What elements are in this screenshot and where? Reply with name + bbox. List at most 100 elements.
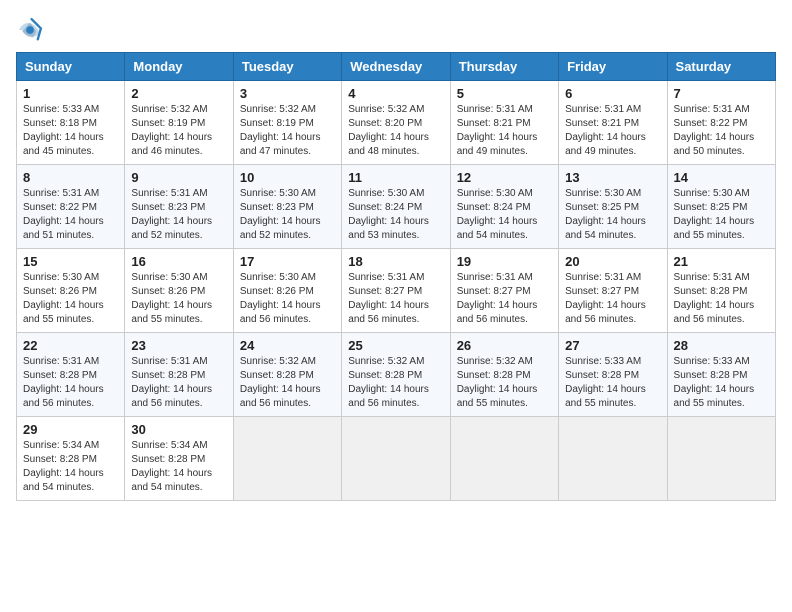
calendar-cell: 8Sunrise: 5:31 AM Sunset: 8:22 PM Daylig… xyxy=(17,165,125,249)
calendar-cell: 14 Sunrise: 5:30 AM Sunset: 8:25 PM Dayli… xyxy=(667,165,775,249)
day-number: 10 xyxy=(240,170,335,185)
calendar-week-2: 8Sunrise: 5:31 AM Sunset: 8:22 PM Daylig… xyxy=(17,165,776,249)
day-info: Sunrise: 5:34 AM Sunset: 8:28 PM Dayligh… xyxy=(131,439,226,495)
day-number: 13 xyxy=(565,170,660,185)
day-number: 2 xyxy=(131,86,226,101)
calendar-cell xyxy=(667,417,775,501)
day-info: Sunrise: 5:32 AM Sunset: 8:28 PM Dayligh… xyxy=(457,355,552,411)
day-info: Sunrise: 5:32 AM Sunset: 8:20 PM Dayligh… xyxy=(348,103,443,159)
day-info: Sunrise: 5:30 AM Sunset: 8:26 PM Dayligh… xyxy=(23,271,118,327)
day-info: Sunrise: 5:32 AM Sunset: 8:19 PM Dayligh… xyxy=(131,103,226,159)
day-info: Sunrise: 5:32 AM Sunset: 8:28 PM Dayligh… xyxy=(348,355,443,411)
day-number: 11 xyxy=(348,170,443,185)
calendar-cell: 27Sunrise: 5:33 AM Sunset: 8:28 PM Dayli… xyxy=(559,333,667,417)
day-number: 12 xyxy=(457,170,552,185)
header-area xyxy=(16,16,776,44)
day-info: Sunrise: 5:31 AM Sunset: 8:22 PM Dayligh… xyxy=(674,103,769,159)
column-header-wednesday: Wednesday xyxy=(342,53,450,81)
day-number: 15 xyxy=(23,254,118,269)
calendar-cell: 19 Sunrise: 5:31 AM Sunset: 8:27 PM Dayli… xyxy=(450,249,558,333)
day-info: Sunrise: 5:31 AM Sunset: 8:28 PM Dayligh… xyxy=(23,355,118,411)
day-number: 30 xyxy=(131,422,226,437)
calendar-cell: 28 Sunrise: 5:33 AM Sunset: 8:28 PM Dayli… xyxy=(667,333,775,417)
day-number: 1 xyxy=(23,86,118,101)
day-number: 21 xyxy=(674,254,769,269)
day-info: Sunrise: 5:34 AM Sunset: 8:28 PM Dayligh… xyxy=(23,439,118,495)
calendar-cell: 12 Sunrise: 5:30 AM Sunset: 8:24 PM Dayli… xyxy=(450,165,558,249)
calendar-cell: 7 Sunrise: 5:31 AM Sunset: 8:22 PM Daylig… xyxy=(667,81,775,165)
calendar-cell: 6 Sunrise: 5:31 AM Sunset: 8:21 PM Daylig… xyxy=(559,81,667,165)
calendar-cell: 20 Sunrise: 5:31 AM Sunset: 8:27 PM Dayli… xyxy=(559,249,667,333)
day-info: Sunrise: 5:31 AM Sunset: 8:21 PM Dayligh… xyxy=(457,103,552,159)
calendar-cell xyxy=(559,417,667,501)
calendar-cell: 1 Sunrise: 5:33 AM Sunset: 8:18 PM Daylig… xyxy=(17,81,125,165)
day-number: 20 xyxy=(565,254,660,269)
calendar-cell: 24 Sunrise: 5:32 AM Sunset: 8:28 PM Dayli… xyxy=(233,333,341,417)
calendar-cell: 11 Sunrise: 5:30 AM Sunset: 8:24 PM Dayli… xyxy=(342,165,450,249)
day-info: Sunrise: 5:31 AM Sunset: 8:27 PM Dayligh… xyxy=(348,271,443,327)
calendar-cell: 18Sunrise: 5:31 AM Sunset: 8:27 PM Dayli… xyxy=(342,249,450,333)
calendar-week-5: 29Sunrise: 5:34 AM Sunset: 8:28 PM Dayli… xyxy=(17,417,776,501)
calendar-cell: 30 Sunrise: 5:34 AM Sunset: 8:28 PM Dayli… xyxy=(125,417,233,501)
day-info: Sunrise: 5:33 AM Sunset: 8:28 PM Dayligh… xyxy=(565,355,660,411)
day-info: Sunrise: 5:30 AM Sunset: 8:24 PM Dayligh… xyxy=(348,187,443,243)
calendar-cell: 23 Sunrise: 5:31 AM Sunset: 8:28 PM Dayli… xyxy=(125,333,233,417)
calendar-cell xyxy=(233,417,341,501)
column-header-saturday: Saturday xyxy=(667,53,775,81)
day-number: 24 xyxy=(240,338,335,353)
day-number: 16 xyxy=(131,254,226,269)
column-header-friday: Friday xyxy=(559,53,667,81)
calendar-cell: 15 Sunrise: 5:30 AM Sunset: 8:26 PM Dayli… xyxy=(17,249,125,333)
calendar-cell: 22Sunrise: 5:31 AM Sunset: 8:28 PM Dayli… xyxy=(17,333,125,417)
column-header-thursday: Thursday xyxy=(450,53,558,81)
column-header-tuesday: Tuesday xyxy=(233,53,341,81)
calendar-cell xyxy=(450,417,558,501)
day-info: Sunrise: 5:31 AM Sunset: 8:27 PM Dayligh… xyxy=(565,271,660,327)
day-number: 14 xyxy=(674,170,769,185)
day-info: Sunrise: 5:31 AM Sunset: 8:22 PM Dayligh… xyxy=(23,187,118,243)
calendar-header-row: SundayMondayTuesdayWednesdayThursdayFrid… xyxy=(17,53,776,81)
logo xyxy=(16,16,48,44)
calendar-cell: 5 Sunrise: 5:31 AM Sunset: 8:21 PM Daylig… xyxy=(450,81,558,165)
day-info: Sunrise: 5:31 AM Sunset: 8:23 PM Dayligh… xyxy=(131,187,226,243)
calendar-cell: 17Sunrise: 5:30 AM Sunset: 8:26 PM Dayli… xyxy=(233,249,341,333)
day-number: 3 xyxy=(240,86,335,101)
day-number: 26 xyxy=(457,338,552,353)
day-number: 17 xyxy=(240,254,335,269)
day-info: Sunrise: 5:30 AM Sunset: 8:25 PM Dayligh… xyxy=(674,187,769,243)
calendar-cell: 9Sunrise: 5:31 AM Sunset: 8:23 PM Daylig… xyxy=(125,165,233,249)
day-info: Sunrise: 5:31 AM Sunset: 8:21 PM Dayligh… xyxy=(565,103,660,159)
day-number: 4 xyxy=(348,86,443,101)
calendar-week-1: 1 Sunrise: 5:33 AM Sunset: 8:18 PM Daylig… xyxy=(17,81,776,165)
calendar-cell: 10Sunrise: 5:30 AM Sunset: 8:23 PM Dayli… xyxy=(233,165,341,249)
day-number: 19 xyxy=(457,254,552,269)
calendar-cell: 2 Sunrise: 5:32 AM Sunset: 8:19 PM Daylig… xyxy=(125,81,233,165)
day-info: Sunrise: 5:31 AM Sunset: 8:28 PM Dayligh… xyxy=(131,355,226,411)
column-header-sunday: Sunday xyxy=(17,53,125,81)
day-info: Sunrise: 5:30 AM Sunset: 8:26 PM Dayligh… xyxy=(131,271,226,327)
calendar-week-3: 15 Sunrise: 5:30 AM Sunset: 8:26 PM Dayli… xyxy=(17,249,776,333)
day-info: Sunrise: 5:31 AM Sunset: 8:27 PM Dayligh… xyxy=(457,271,552,327)
day-info: Sunrise: 5:33 AM Sunset: 8:28 PM Dayligh… xyxy=(674,355,769,411)
day-number: 5 xyxy=(457,86,552,101)
calendar-table: SundayMondayTuesdayWednesdayThursdayFrid… xyxy=(16,52,776,501)
day-number: 7 xyxy=(674,86,769,101)
calendar-cell: 4 Sunrise: 5:32 AM Sunset: 8:20 PM Daylig… xyxy=(342,81,450,165)
calendar-cell: 3Sunrise: 5:32 AM Sunset: 8:19 PM Daylig… xyxy=(233,81,341,165)
calendar-cell: 26 Sunrise: 5:32 AM Sunset: 8:28 PM Dayli… xyxy=(450,333,558,417)
calendar-cell xyxy=(342,417,450,501)
day-info: Sunrise: 5:31 AM Sunset: 8:28 PM Dayligh… xyxy=(674,271,769,327)
calendar-cell: 25 Sunrise: 5:32 AM Sunset: 8:28 PM Dayli… xyxy=(342,333,450,417)
day-number: 23 xyxy=(131,338,226,353)
calendar-cell: 13 Sunrise: 5:30 AM Sunset: 8:25 PM Dayli… xyxy=(559,165,667,249)
column-header-monday: Monday xyxy=(125,53,233,81)
calendar-cell: 29Sunrise: 5:34 AM Sunset: 8:28 PM Dayli… xyxy=(17,417,125,501)
calendar-cell: 16 Sunrise: 5:30 AM Sunset: 8:26 PM Dayli… xyxy=(125,249,233,333)
day-number: 28 xyxy=(674,338,769,353)
day-info: Sunrise: 5:33 AM Sunset: 8:18 PM Dayligh… xyxy=(23,103,118,159)
day-info: Sunrise: 5:30 AM Sunset: 8:25 PM Dayligh… xyxy=(565,187,660,243)
day-number: 6 xyxy=(565,86,660,101)
day-info: Sunrise: 5:30 AM Sunset: 8:24 PM Dayligh… xyxy=(457,187,552,243)
day-info: Sunrise: 5:32 AM Sunset: 8:28 PM Dayligh… xyxy=(240,355,335,411)
day-number: 25 xyxy=(348,338,443,353)
